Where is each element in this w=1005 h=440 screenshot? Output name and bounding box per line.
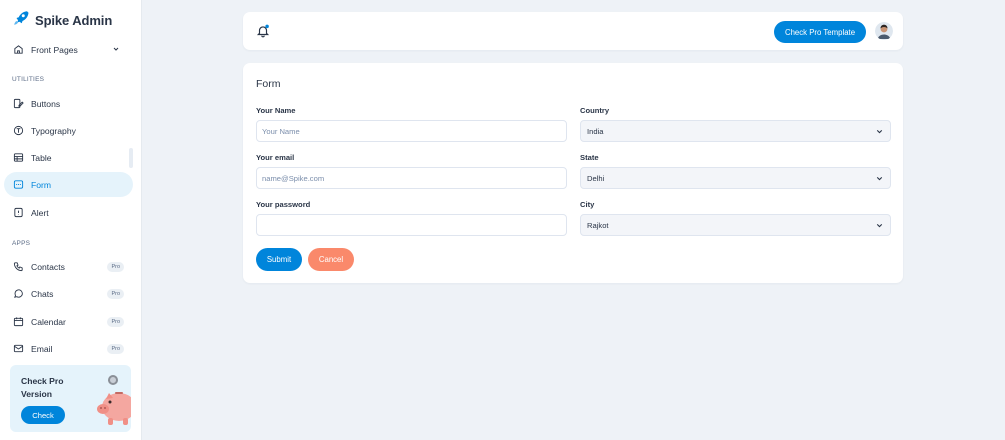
city-select[interactable]: Rajkot [580, 214, 891, 236]
card-title: Form [256, 78, 281, 90]
rocket-icon [12, 9, 30, 32]
sidebar-item-email[interactable]: Email Pro [4, 336, 133, 361]
check-button[interactable]: Check [21, 406, 65, 424]
table-icon [12, 152, 24, 164]
country-select[interactable]: India [580, 120, 891, 142]
name-label: Your Name [256, 106, 296, 115]
promo-title: Check Pro Version [21, 376, 64, 399]
home-icon [12, 44, 24, 56]
state-label: State [580, 153, 599, 162]
section-label-utilities: UTILITIES [12, 76, 45, 83]
pencil-square-icon [12, 98, 24, 110]
avatar[interactable] [875, 22, 893, 40]
chevron-down-icon [875, 221, 884, 232]
cancel-button[interactable]: Cancel [308, 248, 354, 271]
sidebar-item-label: Email [31, 343, 53, 354]
bell-icon[interactable] [256, 24, 270, 43]
submit-button[interactable]: Submit [256, 248, 302, 271]
email-label: Your email [256, 153, 295, 162]
sidebar-item-alert[interactable]: Alert [4, 200, 133, 225]
sidebar-item-label: Front Pages [31, 44, 78, 55]
state-select[interactable]: Delhi [580, 167, 891, 189]
mail-icon [12, 343, 24, 355]
pro-badge: Pro [107, 317, 124, 327]
calendar-icon [12, 316, 24, 328]
sidebar-item-typography[interactable]: Typography [4, 118, 133, 143]
state-value: Delhi [587, 173, 605, 183]
country-value: India [587, 126, 604, 136]
phone-icon [12, 261, 24, 273]
topbar: Check Pro Template [243, 12, 903, 50]
email-input[interactable] [256, 167, 567, 189]
city-label: City [580, 200, 595, 209]
sidebar-item-table[interactable]: Table [4, 145, 133, 170]
sidebar-item-label: Calendar [31, 316, 66, 327]
name-input[interactable] [256, 120, 567, 142]
country-label: Country [580, 106, 610, 115]
sidebar-item-front-pages[interactable]: Front Pages [4, 37, 133, 62]
sidebar-item-label: Chats [31, 288, 54, 299]
pro-badge: Pro [107, 289, 124, 299]
chevron-down-icon [112, 45, 120, 55]
sidebar-item-label: Buttons [31, 98, 61, 109]
sidebar-item-buttons[interactable]: Buttons [4, 91, 133, 116]
sidebar-item-label: Contacts [31, 261, 65, 272]
city-value: Rajkot [587, 220, 609, 230]
brand[interactable]: Spike Admin [12, 9, 112, 32]
piggy-bank-icon [95, 371, 131, 432]
section-label-apps: APPS [12, 240, 31, 247]
form-card: Form Your Name Your email Your password … [243, 63, 903, 283]
chat-icon [12, 288, 24, 300]
sidebar: Spike Admin Front Pages UTILITIES Button… [0, 0, 142, 440]
sidebar-item-label: Typography [31, 125, 76, 136]
form-icon [12, 179, 24, 191]
chevron-down-icon [875, 174, 884, 185]
sidebar-item-label: Alert [31, 207, 49, 218]
chevron-down-icon [875, 127, 884, 138]
alert-icon [12, 207, 24, 219]
check-pro-template-button[interactable]: Check Pro Template [774, 21, 866, 43]
sidebar-item-calendar[interactable]: Calendar Pro [4, 309, 133, 334]
password-input[interactable] [256, 214, 567, 236]
brand-name: Spike Admin [35, 13, 113, 28]
sidebar-item-contacts[interactable]: Contacts Pro [4, 254, 133, 279]
pro-badge: Pro [107, 344, 124, 354]
sidebar-item-chats[interactable]: Chats Pro [4, 281, 133, 306]
pro-promo-card: Check Pro Version Check [10, 365, 131, 432]
typography-icon [12, 125, 24, 137]
pro-badge: Pro [107, 262, 124, 272]
sidebar-scrollbar[interactable] [129, 148, 133, 168]
sidebar-item-label: Form [31, 179, 52, 190]
password-label: Your password [256, 200, 311, 209]
sidebar-item-label: Table [31, 152, 52, 163]
sidebar-item-form[interactable]: Form [4, 172, 133, 197]
